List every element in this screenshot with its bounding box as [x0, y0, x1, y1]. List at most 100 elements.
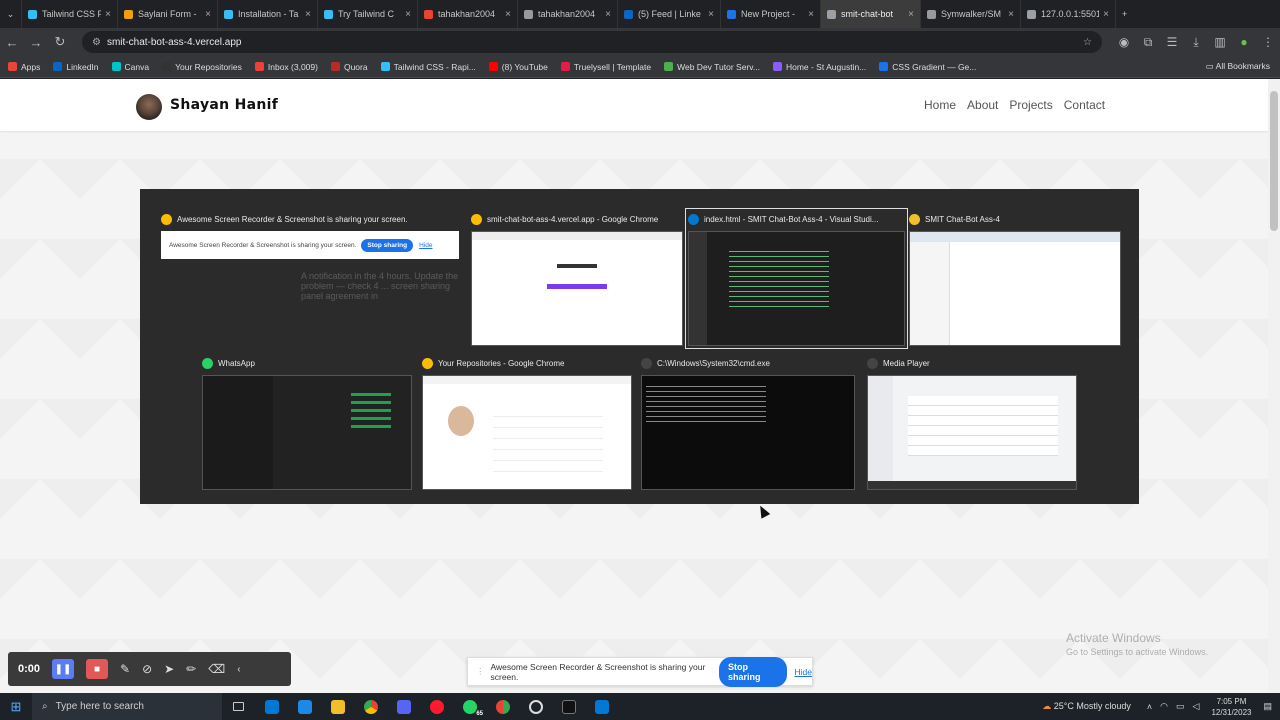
puzzle-icon[interactable]: ⧉: [1136, 35, 1160, 50]
notifications-icon[interactable]: ▤: [1263, 701, 1272, 712]
opera-icon[interactable]: [420, 693, 453, 720]
bookmark-item[interactable]: LinkedIn: [53, 62, 99, 72]
close-tab-icon[interactable]: ×: [1008, 9, 1014, 20]
close-tab-icon[interactable]: ×: [908, 9, 914, 20]
bookmark-item[interactable]: Home - St Augustin...: [772, 62, 866, 72]
bookmark-item[interactable]: Your Repositories: [162, 62, 242, 72]
close-tab-icon[interactable]: ×: [605, 9, 611, 20]
pointer-icon[interactable]: ➤: [164, 662, 174, 676]
bookmark-item[interactable]: CSS Gradient — Ge...: [879, 62, 976, 72]
volume-icon[interactable]: ◁: [1193, 701, 1200, 712]
bookmark-label: Your Repositories: [175, 61, 242, 72]
hide-link[interactable]: Hide: [795, 667, 812, 677]
media-player-icon[interactable]: [519, 693, 552, 720]
new-tab-button[interactable]: +: [1116, 0, 1133, 28]
browser-tab[interactable]: Symwalker/SM ×: [921, 0, 1021, 28]
browser-tab[interactable]: New Project - ×: [721, 0, 821, 28]
nav-link-home[interactable]: Home: [924, 98, 956, 112]
pause-button[interactable]: ❚❚: [52, 659, 74, 679]
close-tab-icon[interactable]: ×: [808, 9, 814, 20]
bookmark-item[interactable]: Canva: [111, 62, 149, 72]
camera-off-icon[interactable]: ⊘: [142, 662, 152, 676]
windows-start-icon[interactable]: ⊞: [0, 699, 32, 715]
share-window-option[interactable]: Awesome Screen Recorder & Screenshot is …: [161, 211, 459, 346]
browser-tab[interactable]: tahakhan2004 ×: [418, 0, 518, 28]
chrome-profile-icon[interactable]: [486, 693, 519, 720]
tab-search-button[interactable]: ⌄: [0, 0, 22, 28]
task-view-icon[interactable]: [222, 693, 255, 720]
mail-icon[interactable]: [288, 693, 321, 720]
pen-icon[interactable]: ✏: [186, 662, 196, 676]
vscode-icon[interactable]: [585, 693, 618, 720]
reload-button[interactable]: ↻: [48, 30, 72, 54]
eraser-icon[interactable]: ⌫: [208, 662, 225, 676]
terminal-icon[interactable]: [552, 693, 585, 720]
share-window-option[interactable]: WhatsApp: [202, 355, 412, 490]
browser-tab[interactable]: tahakhan2004 ×: [518, 0, 618, 28]
side-panel-icon[interactable]: ▥: [1208, 35, 1232, 50]
browser-tab[interactable]: Try Tailwind C ×: [318, 0, 418, 28]
collapse-icon[interactable]: ‹: [237, 664, 240, 675]
browser-tab[interactable]: Saylani Form - ×: [118, 0, 218, 28]
site-info-icon[interactable]: ⚙: [92, 37, 101, 48]
bookmark-item[interactable]: Apps: [8, 62, 40, 72]
bookmark-item[interactable]: Truelysell | Template: [560, 62, 651, 72]
site-logo-text[interactable]: Shayan Hanif: [170, 97, 278, 113]
address-bar[interactable]: ⚙ smit-chat-bot-ass-4.vercel.app ☆: [82, 31, 1102, 53]
store-icon[interactable]: [255, 693, 288, 720]
browser-tab[interactable]: 127.0.0.1:5501 ×: [1021, 0, 1116, 28]
scrollbar[interactable]: [1268, 79, 1280, 693]
menu-dots-icon[interactable]: ⋮: [1256, 35, 1280, 50]
drag-handle-icon[interactable]: ⋮: [476, 666, 485, 677]
close-tab-icon[interactable]: ×: [405, 9, 411, 20]
close-tab-icon[interactable]: ×: [1103, 9, 1109, 20]
close-tab-icon[interactable]: ×: [305, 9, 311, 20]
share-window-option[interactable]: SMIT Chat-Bot Ass-4: [909, 211, 1121, 346]
weather-widget[interactable]: ☁ 25°C Mostly cloudy: [1042, 701, 1131, 712]
close-tab-icon[interactable]: ×: [105, 9, 111, 20]
battery-icon[interactable]: ▭: [1176, 701, 1185, 712]
all-bookmarks-button[interactable]: ▭ All Bookmarks: [1206, 61, 1270, 72]
stop-recording-button[interactable]: ■: [86, 659, 108, 679]
discord-icon[interactable]: [387, 693, 420, 720]
close-tab-icon[interactable]: ×: [205, 9, 211, 20]
bookmark-label: Quora: [343, 61, 368, 72]
download-icon[interactable]: ⤓: [1184, 35, 1208, 50]
bookmark-item[interactable]: Web Dev Tutor Serv...: [664, 62, 760, 72]
browser-tab[interactable]: (5) Feed | Linke ×: [618, 0, 721, 28]
mic-off-icon[interactable]: ✎: [120, 662, 130, 676]
browser-tab[interactable]: Tailwind CSS F ×: [22, 0, 118, 28]
bookmark-item[interactable]: (8) YouTube: [488, 62, 548, 72]
network-icon[interactable]: ◠: [1160, 701, 1168, 712]
nav-link-about[interactable]: About: [967, 98, 998, 112]
bookmark-star-icon[interactable]: ☆: [1083, 37, 1092, 48]
share-window-option[interactable]: index.html - SMIT Chat-Bot Ass-4 - Visua…: [685, 208, 908, 349]
file-explorer-icon[interactable]: [321, 693, 354, 720]
share-window-option[interactable]: smit-chat-bot-ass-4.vercel.app - Google …: [471, 211, 683, 346]
share-window-option[interactable]: Your Repositories - Google Chrome: [422, 355, 632, 490]
share-window-option[interactable]: C:\Windows\System32\cmd.exe: [641, 355, 855, 490]
bookmark-item[interactable]: Tailwind CSS - Rapi...: [380, 62, 476, 72]
stop-sharing-button[interactable]: Stop sharing: [719, 656, 787, 687]
sharing-notice-preview: Awesome Screen Recorder & Screenshot is …: [161, 231, 459, 259]
bookmark-item[interactable]: Quora: [330, 61, 368, 72]
tray-chevron-icon[interactable]: ˄: [1147, 702, 1152, 712]
bookmark-item[interactable]: Inbox (3,009): [254, 62, 318, 72]
media-icon[interactable]: ☰: [1160, 35, 1184, 50]
chrome-icon[interactable]: [354, 693, 387, 720]
nav-link-contact[interactable]: Contact: [1064, 98, 1105, 112]
forward-button[interactable]: →: [24, 30, 48, 54]
taskbar-clock[interactable]: 7:05 PM 12/31/2023: [1211, 696, 1251, 718]
close-tab-icon[interactable]: ×: [708, 9, 714, 20]
nav-link-projects[interactable]: Projects: [1009, 98, 1052, 112]
whatsapp-icon[interactable]: 65: [453, 693, 486, 720]
scrollbar-thumb[interactable]: [1270, 91, 1278, 231]
back-button[interactable]: ←: [0, 30, 24, 54]
taskbar-search[interactable]: ⌕ Type here to search: [32, 693, 222, 720]
browser-tab[interactable]: Installation - Ta ×: [218, 0, 318, 28]
profile-avatar[interactable]: ●: [1232, 35, 1256, 50]
extension-icon[interactable]: ◉: [1112, 35, 1136, 50]
share-window-option[interactable]: Media Player: [867, 355, 1077, 490]
browser-tab[interactable]: smit-chat-bot ×: [821, 0, 921, 28]
close-tab-icon[interactable]: ×: [505, 9, 511, 20]
